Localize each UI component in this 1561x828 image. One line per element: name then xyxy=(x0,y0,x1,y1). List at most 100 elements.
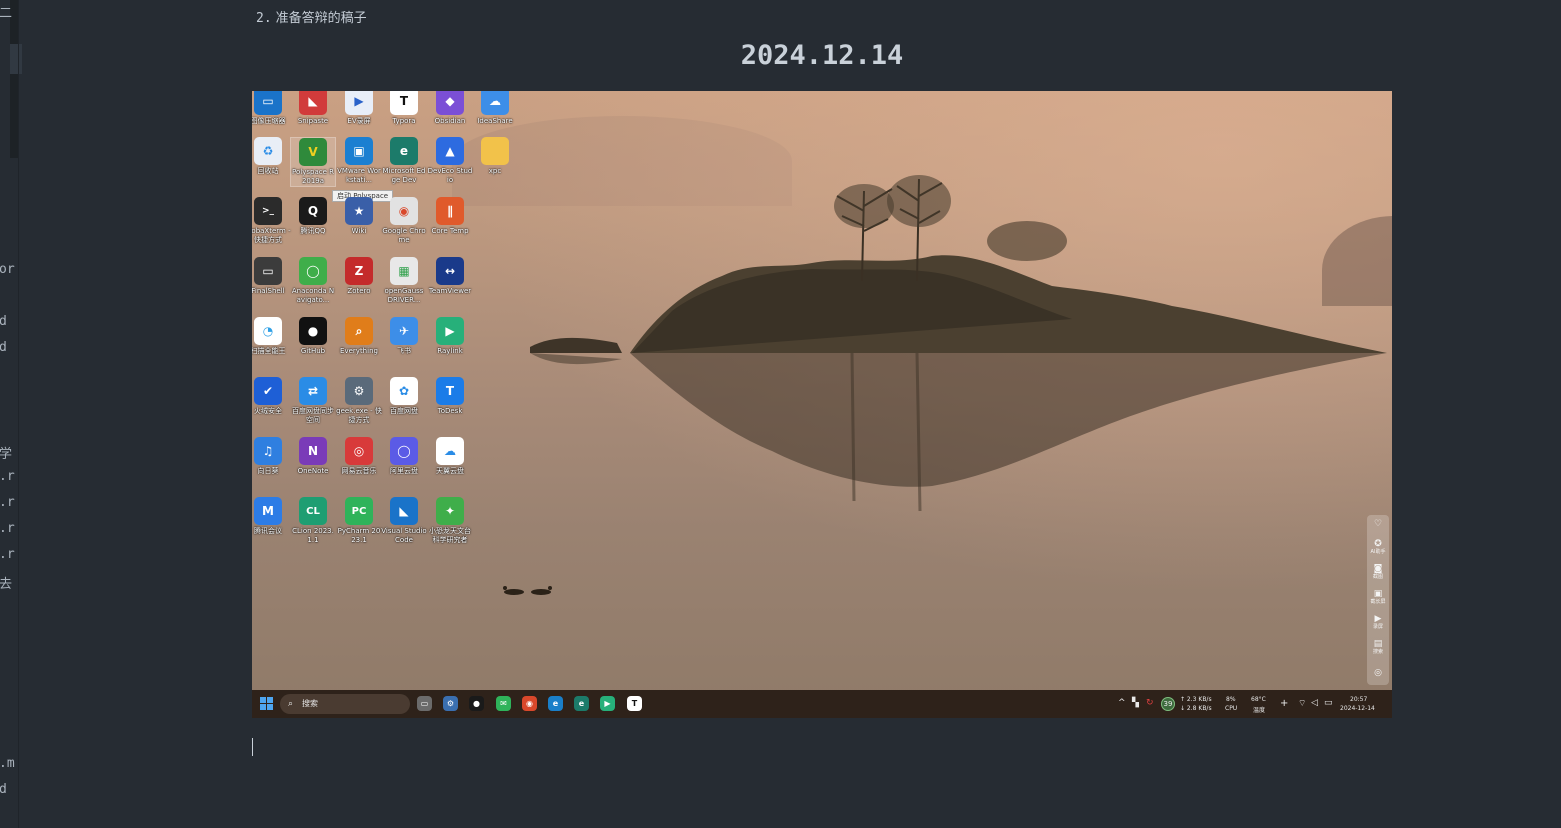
battery-icon[interactable]: ▭ xyxy=(1324,698,1333,708)
desktop-icon[interactable]: ◣ Visual Studio Code xyxy=(381,497,427,545)
desktop-icon[interactable]: ▣ VMware Workstati... xyxy=(336,137,382,185)
desktop-icon[interactable]: ∥ Core Temp xyxy=(427,197,473,236)
clock-date[interactable]: 2024-12-14 xyxy=(1340,705,1375,712)
desktop-icon[interactable]: ⌕ Everything xyxy=(336,317,382,356)
desktop-icon[interactable]: ✔ 火绒安全 xyxy=(252,377,291,416)
desktop-icon[interactable]: ▲ DevEco Studio xyxy=(427,137,473,185)
tray-app-icon[interactable]: ▚ xyxy=(1132,698,1139,708)
icon-label: 腾讯会议 xyxy=(254,527,282,535)
app-icon: ♫ xyxy=(254,437,282,465)
icon-label: xpc xyxy=(488,167,502,175)
desktop-icon[interactable]: ▭ FinalShell xyxy=(252,257,291,296)
app-icon: ◣ xyxy=(299,91,327,115)
desktop-icon[interactable]: ◉ Google Chrome xyxy=(381,197,427,245)
left-fragment: .r xyxy=(0,495,15,510)
embedded-screenshot[interactable]: ▭ 图像压缩器 ◣ Snipaste ▶ EV录屏 T Typora ◆ Obsidian… xyxy=(252,91,1392,718)
tray-overflow-caret[interactable]: ^ xyxy=(1118,698,1126,708)
desktop-icon[interactable]: ▬ xpc xyxy=(472,137,518,176)
list-number: 2. xyxy=(256,11,272,26)
desktop-icon[interactable]: ▶ EV录屏 xyxy=(336,91,382,126)
desktop-icon[interactable]: ✦ 小恐龙天文台 科学研究者 xyxy=(427,497,473,545)
desktop-icon[interactable]: ↔ TeamViewer xyxy=(427,257,473,296)
icon-label: 向日葵 xyxy=(257,467,279,475)
start-button[interactable] xyxy=(260,697,274,711)
desktop-icon[interactable]: T Typora xyxy=(381,91,427,126)
camera-icon: ◙ xyxy=(1373,564,1383,574)
ordered-list-item[interactable]: 2. 准备答辩的稿子 xyxy=(256,7,367,26)
desktop-icon[interactable]: ★ Wiki xyxy=(336,197,382,236)
desktop-icon[interactable]: Z Zotero xyxy=(336,257,382,296)
taskbar-app-settings[interactable]: ⚙ xyxy=(443,696,458,711)
clock-time[interactable]: 20:57 xyxy=(1350,696,1367,703)
tray-badge[interactable]: 39 xyxy=(1161,697,1175,711)
desktop-icon[interactable]: ☁ IdeaShare xyxy=(472,91,518,126)
desktop-icon[interactable]: ◆ Obsidian xyxy=(427,91,473,126)
net-upload-speed: ↑ 2.3 KB/s xyxy=(1180,696,1212,703)
panel-screenshot-button[interactable]: ◙ 截图 xyxy=(1367,564,1389,580)
taskbar-search[interactable]: ⌕ 搜索 xyxy=(280,694,410,714)
icon-label: Obsidian xyxy=(434,117,466,125)
app-icon: ⌕ xyxy=(345,317,373,345)
desktop-icon[interactable]: CL CLion 2023.1.1 xyxy=(290,497,336,545)
desktop-icon[interactable]: M 腾讯会议 xyxy=(252,497,291,536)
desktop-icon[interactable]: ✿ 百度网盘 xyxy=(381,377,427,416)
desktop-icon[interactable]: ● GitHub xyxy=(290,317,336,356)
panel-record-button[interactable]: ▶ 录屏 xyxy=(1367,614,1389,630)
desktop-icon[interactable]: e Microsoft Edge Dev xyxy=(381,137,427,185)
tray-sync-icon[interactable]: ↻ xyxy=(1146,698,1154,708)
desktop-icon[interactable]: T ToDesk xyxy=(427,377,473,416)
app-icon: ☁ xyxy=(481,91,509,115)
left-fragment: 二 xyxy=(0,6,13,21)
left-fragment: d xyxy=(0,782,7,797)
ime-icon[interactable]: + xyxy=(1280,698,1288,709)
taskbar-app-edge-dev[interactable]: e xyxy=(574,696,589,711)
desktop-icon[interactable]: ◎ 网易云音乐 xyxy=(336,437,382,476)
desktop-icon[interactable]: ▶ Raylink xyxy=(427,317,473,356)
desktop-icon[interactable]: N OneNote xyxy=(290,437,336,476)
desktop-icon[interactable]: ⇄ 百度网盘同步空间 xyxy=(290,377,336,425)
panel-search-button[interactable]: ▤ 搜索 xyxy=(1367,639,1389,655)
taskbar-app-task-view[interactable]: ▭ xyxy=(417,696,432,711)
desktop-icon[interactable]: PC PyCharm 2023.1 xyxy=(336,497,382,545)
app-icon: ♻ xyxy=(254,137,282,165)
desktop-icon[interactable]: ◔ 扫描全能王 xyxy=(252,317,291,356)
wifi-icon[interactable]: ⌔ xyxy=(1298,698,1306,709)
left-pane-edge: 二 or d d 学 .r .r .r .r 去 .m d xyxy=(0,0,22,828)
desktop-icon[interactable]: ▭ 图像压缩器 xyxy=(252,91,291,126)
date-heading[interactable]: 2024.12.14 xyxy=(252,40,1392,71)
volume-icon[interactable]: ◁ xyxy=(1311,698,1318,708)
desktop-icon[interactable]: ▦ openGauss DRIVER... xyxy=(381,257,427,305)
taskbar-app-raylink[interactable]: ▶ xyxy=(600,696,615,711)
desktop-icon[interactable]: ♫ 向日葵 xyxy=(252,437,291,476)
desktop-icon[interactable]: ◯ Anaconda Navigato... xyxy=(290,257,336,305)
desktop-icon[interactable]: ◣ Snipaste xyxy=(290,91,336,126)
taskbar-app-typora[interactable]: T xyxy=(627,696,642,711)
left-fragment: or xyxy=(0,262,15,277)
desktop-icon[interactable]: >_ MobaXterm - 快捷方式 xyxy=(252,197,291,245)
desktop-icon-selected[interactable]: V Polyspace R2019a xyxy=(290,137,336,187)
ai-assistant-icon: ✪ xyxy=(1374,539,1382,549)
icon-label: Core Temp xyxy=(431,227,469,235)
temp-label: 温度 xyxy=(1253,707,1266,714)
panel-shield-button[interactable]: ♡ xyxy=(1367,519,1389,529)
app-icon: ◉ xyxy=(390,197,418,225)
panel-long-screenshot-button[interactable]: ▣ 截长屏 xyxy=(1367,589,1389,605)
taskbar-app-chrome[interactable]: ◉ xyxy=(522,696,537,711)
desktop-icon[interactable]: ◯ 阿里云盘 xyxy=(381,437,427,476)
taskbar-app-wechat[interactable]: ✉ xyxy=(496,696,511,711)
app-icon: ◎ xyxy=(345,437,373,465)
icon-label: 阿里云盘 xyxy=(390,467,418,475)
desktop-icon[interactable]: ⚙ geek.exe - 快捷方式 xyxy=(336,377,382,425)
taskbar-app-edge[interactable]: e xyxy=(548,696,563,711)
panel-ai-button[interactable]: ✪ AI助手 xyxy=(1367,539,1389,555)
app-icon: Q xyxy=(299,197,327,225)
desktop-icon[interactable]: ♻ 回收站 xyxy=(252,137,291,176)
app-icon: PC xyxy=(345,497,373,525)
desktop-icon[interactable]: Q 腾讯QQ xyxy=(290,197,336,236)
desktop-icon[interactable]: ✈ 飞书 xyxy=(381,317,427,356)
taskbar-app-github[interactable]: ● xyxy=(469,696,484,711)
desktop-icon[interactable]: ☁ 天翼云盘 xyxy=(427,437,473,476)
icon-label: Visual Studio Code xyxy=(381,527,427,544)
panel-settings-button[interactable]: ◎ xyxy=(1367,668,1389,678)
app-icon: ▦ xyxy=(390,257,418,285)
